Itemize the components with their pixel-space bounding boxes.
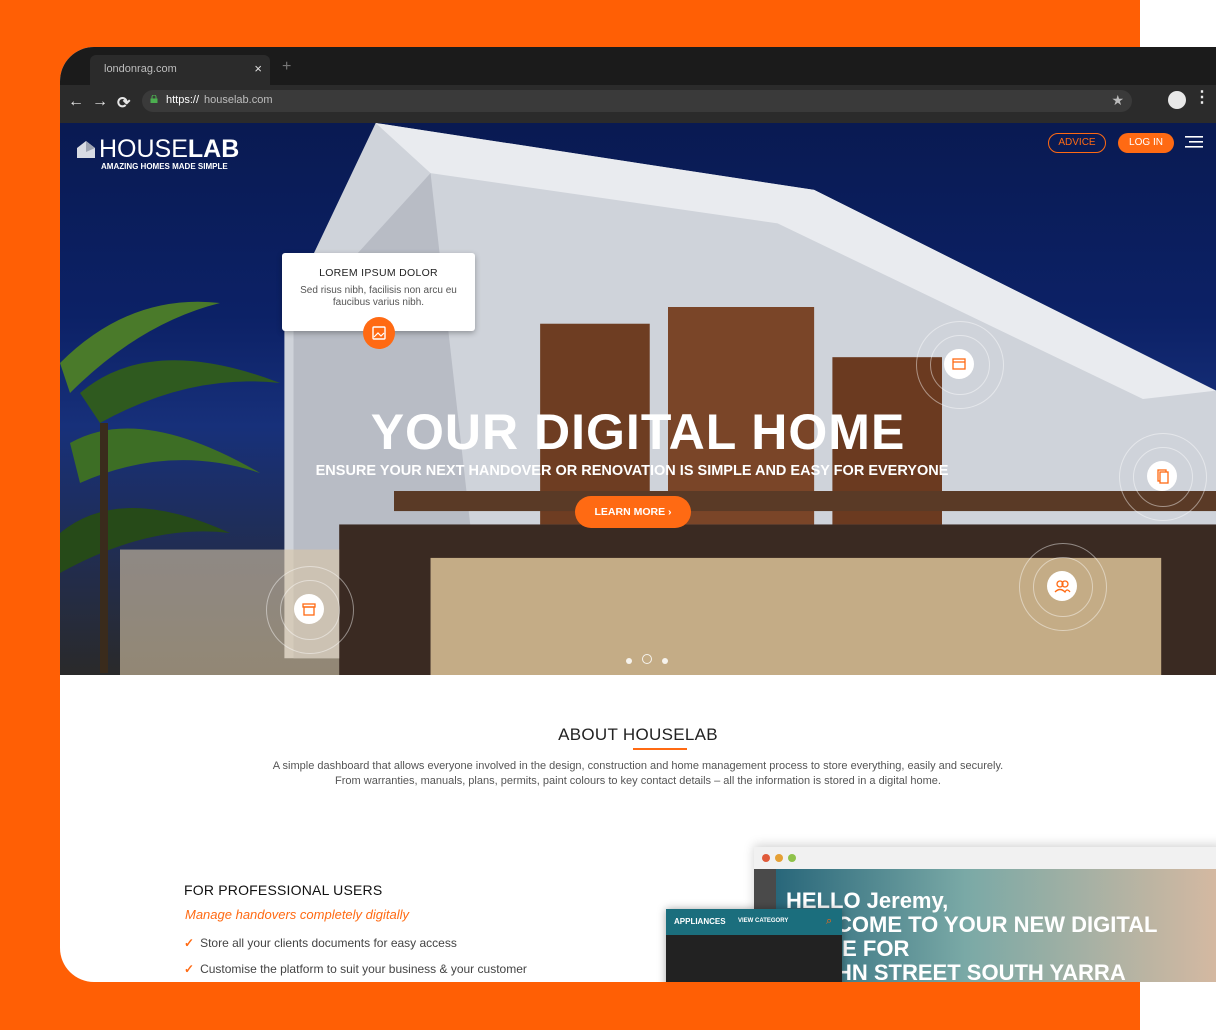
image-icon: [372, 326, 386, 340]
about-line-2: From warranties, manuals, plans, permits…: [335, 775, 941, 787]
profile-avatar[interactable]: [1168, 91, 1186, 109]
forward-icon[interactable]: →: [92, 93, 108, 111]
mockup-titlebar: [754, 847, 1216, 869]
about-description: A simple dashboard that allows everyone …: [60, 759, 1216, 789]
learn-more-label: LEARN MORE: [594, 506, 666, 518]
hotspot-ring: [930, 335, 990, 395]
users-icon: [1047, 571, 1077, 601]
card-image-button[interactable]: [363, 317, 395, 349]
url-host: houselab.com: [204, 94, 273, 106]
hotspot-ring: [280, 580, 340, 640]
hamburger-menu-icon[interactable]: [1185, 136, 1203, 148]
card-body: Sed risus nibh, facilisis non arcu eu fa…: [300, 285, 457, 308]
hero-subtitle: ENSURE YOUR NEXT HANDOVER OR RENOVATION …: [315, 463, 949, 479]
learn-more-button[interactable]: LEARN MORE ›: [575, 496, 691, 528]
window-maximize-dot: [788, 854, 796, 862]
logo-tagline: AMAZING HOMES MADE SIMPLE: [101, 162, 228, 171]
new-tab-icon[interactable]: +: [282, 58, 291, 76]
hotspot-archive[interactable]: [266, 566, 354, 654]
about-underline: [633, 748, 687, 750]
mockup-greeting-line-1: HELLO Jeremy,: [786, 888, 949, 913]
browser-window: londonrag.com × + ← → ⟳ https:// housela…: [60, 47, 1216, 982]
dashboard-mockup: HELLO Jeremy, COME TO YOUR NEW DIGITAL I…: [754, 847, 1216, 982]
hotspot-ring: [1033, 557, 1093, 617]
window-close-dot: [762, 854, 770, 862]
close-icon[interactable]: ×: [254, 61, 262, 76]
check-icon: ✓: [184, 962, 195, 976]
professional-subtitle: Manage handovers completely digitally: [185, 907, 410, 922]
hotspot-contacts[interactable]: [1019, 543, 1107, 631]
hotspot-ring: [1019, 543, 1107, 631]
houselab-logo[interactable]: HOUSELAB AMAZING HOMES MADE SIMPLE: [75, 135, 239, 171]
tab-title: londonrag.com: [104, 63, 177, 75]
view-category-label: VIEW CATEGORY: [738, 918, 789, 924]
browser-menu-icon[interactable]: ⋮: [1194, 90, 1210, 106]
tab-strip: londonrag.com × +: [60, 47, 1216, 85]
reload-icon[interactable]: ⟳: [117, 93, 130, 113]
hotspot-ring: [916, 321, 1004, 409]
about-line-1: A simple dashboard that allows everyone …: [272, 760, 1004, 772]
hero-section: HOUSELAB AMAZING HOMES MADE SIMPLE ADVIC…: [60, 123, 1216, 675]
address-bar[interactable]: https:// houselab.com ★: [142, 90, 1132, 112]
mockup-body: HELLO Jeremy, COME TO YOUR NEW DIGITAL I…: [754, 869, 1216, 982]
login-button[interactable]: LOG IN: [1118, 133, 1174, 153]
hotspot-documents[interactable]: [1119, 433, 1207, 521]
info-card: LOREM IPSUM DOLOR Sed risus nibh, facili…: [282, 253, 475, 349]
hero-title: YOUR DIGITAL HOME: [370, 404, 906, 460]
bookmark-star-icon[interactable]: ★: [1111, 92, 1124, 109]
check-icon: ✓: [184, 936, 195, 950]
mockup-greeting-line-2: COME TO YOUR NEW DIGITAL: [836, 912, 1158, 937]
hotspot-calendar[interactable]: [916, 321, 1004, 409]
carousel-dot[interactable]: [626, 658, 632, 664]
search-icon: ⌕: [826, 915, 833, 927]
carousel-dot[interactable]: [662, 658, 668, 664]
browser-tab[interactable]: londonrag.com ×: [90, 55, 270, 85]
hotspot-ring: [1119, 433, 1207, 521]
carousel-dots: [621, 651, 673, 669]
mockup-sidebar: [754, 869, 776, 982]
documents-icon: [1147, 461, 1177, 491]
feature-text: Store all your clients documents for eas…: [200, 936, 457, 950]
mockup-greeting: HELLO Jeremy, COME TO YOUR NEW DIGITAL I…: [786, 888, 1158, 983]
lock-icon: [150, 95, 158, 103]
advice-button[interactable]: ADVICE: [1048, 133, 1106, 153]
carousel-dot-active[interactable]: [642, 654, 652, 664]
feature-text: Customise the platform to suit your busi…: [200, 962, 527, 976]
appliances-header: APPLIANCES VIEW CATEGORY ⌕: [666, 909, 842, 935]
feature-list-item: ✓ Store all your clients documents for ea…: [184, 936, 457, 950]
palm-tree-graphic: [60, 301, 280, 673]
hotspot-ring: [1133, 447, 1193, 507]
archive-box-icon: [294, 594, 324, 624]
about-title: ABOUT HOUSELAB: [558, 725, 718, 744]
professional-title: FOR PROFESSIONAL USERS: [184, 882, 383, 898]
browser-toolbar: ← → ⟳ https:// houselab.com ★ ⋮: [60, 85, 1216, 123]
window-minimize-dot: [775, 854, 783, 862]
mockup-greeting-line-3: IE FOR: [836, 936, 910, 961]
mockup-greeting-line-4: HN STREET SOUTH YARRA: [836, 960, 1126, 983]
url-scheme: https://: [166, 94, 200, 106]
appliances-mockup: APPLIANCES VIEW CATEGORY ⌕: [666, 909, 842, 982]
hotspot-ring: [266, 566, 354, 654]
card-title: LOREM IPSUM DOLOR: [319, 267, 438, 279]
chevron-right-icon: ›: [668, 506, 672, 518]
logo-house-icon: [77, 141, 95, 158]
logo-text-bold: LAB: [187, 135, 240, 163]
feature-list-item: ✓ Customise the platform to suit your bus…: [184, 962, 527, 976]
calendar-icon: [944, 349, 974, 379]
back-icon[interactable]: ←: [68, 93, 84, 111]
house-illustration: [120, 123, 1216, 675]
logo-text-light: HOUSE: [99, 135, 188, 163]
appliances-label: APPLIANCES: [674, 917, 726, 926]
